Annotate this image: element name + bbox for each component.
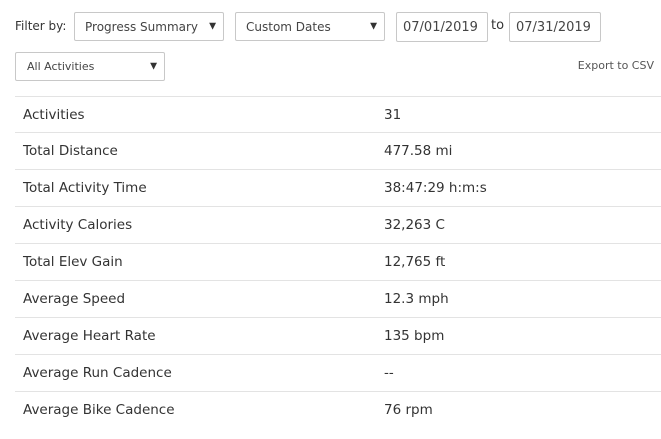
report-type-value: Progress Summary: [85, 19, 199, 34]
caret-down-icon: ▼: [209, 21, 216, 31]
stat-value: 135 bpm: [384, 328, 445, 344]
stat-label: Average Run Cadence: [23, 365, 172, 381]
stat-value: 12,765 ft: [384, 254, 446, 270]
activity-type-value: All Activities: [27, 60, 95, 73]
table-row: Activity Calories 32,263 C: [15, 206, 661, 244]
caret-down-icon: ▼: [150, 61, 157, 71]
summary-table: Activities 31 Total Distance 477.58 mi T…: [15, 96, 661, 429]
stat-value: 76 rpm: [384, 402, 433, 419]
stat-label: Average Heart Rate: [23, 328, 156, 344]
to-label: to: [491, 18, 505, 33]
stat-label: Total Elev Gain: [23, 254, 123, 270]
export-csv-link[interactable]: Export to CSV: [578, 59, 654, 72]
date-range-value: Custom Dates: [246, 19, 331, 34]
stat-value: 32,263 C: [384, 217, 445, 233]
stat-value: --: [384, 365, 394, 381]
stat-label: Activity Calories: [23, 217, 133, 233]
stat-label: Average Bike Cadence: [23, 402, 175, 419]
stat-value: 31: [384, 106, 402, 123]
table-row: Average Heart Rate 135 bpm: [15, 317, 661, 355]
table-row: Average Bike Cadence 76 rpm: [15, 391, 661, 429]
end-date-input[interactable]: [509, 12, 601, 42]
stat-label: Total Activity Time: [23, 180, 147, 196]
table-row: Average Run Cadence --: [15, 354, 661, 392]
stat-value: 477.58 mi: [384, 143, 453, 159]
start-date-input[interactable]: [396, 12, 488, 42]
date-range-select[interactable]: Custom Dates ▼: [235, 12, 385, 41]
table-row: Total Activity Time 38:47:29 h:m:s: [15, 169, 661, 207]
table-row: Average Speed 12.3 mph: [15, 280, 661, 318]
filter-by-label: Filter by:: [15, 19, 67, 33]
table-row: Total Elev Gain 12,765 ft: [15, 243, 661, 281]
activity-type-select[interactable]: All Activities ▼: [15, 52, 165, 81]
table-row: Total Distance 477.58 mi: [15, 132, 661, 170]
table-row: Activities 31: [15, 96, 661, 133]
report-type-select[interactable]: Progress Summary ▼: [74, 12, 224, 41]
stat-label: Activities: [23, 106, 85, 123]
stat-value: 12.3 mph: [384, 291, 449, 307]
stat-label: Average Speed: [23, 291, 126, 307]
stat-value: 38:47:29 h:m:s: [384, 180, 487, 196]
stat-label: Total Distance: [23, 143, 118, 159]
caret-down-icon: ▼: [370, 21, 377, 31]
